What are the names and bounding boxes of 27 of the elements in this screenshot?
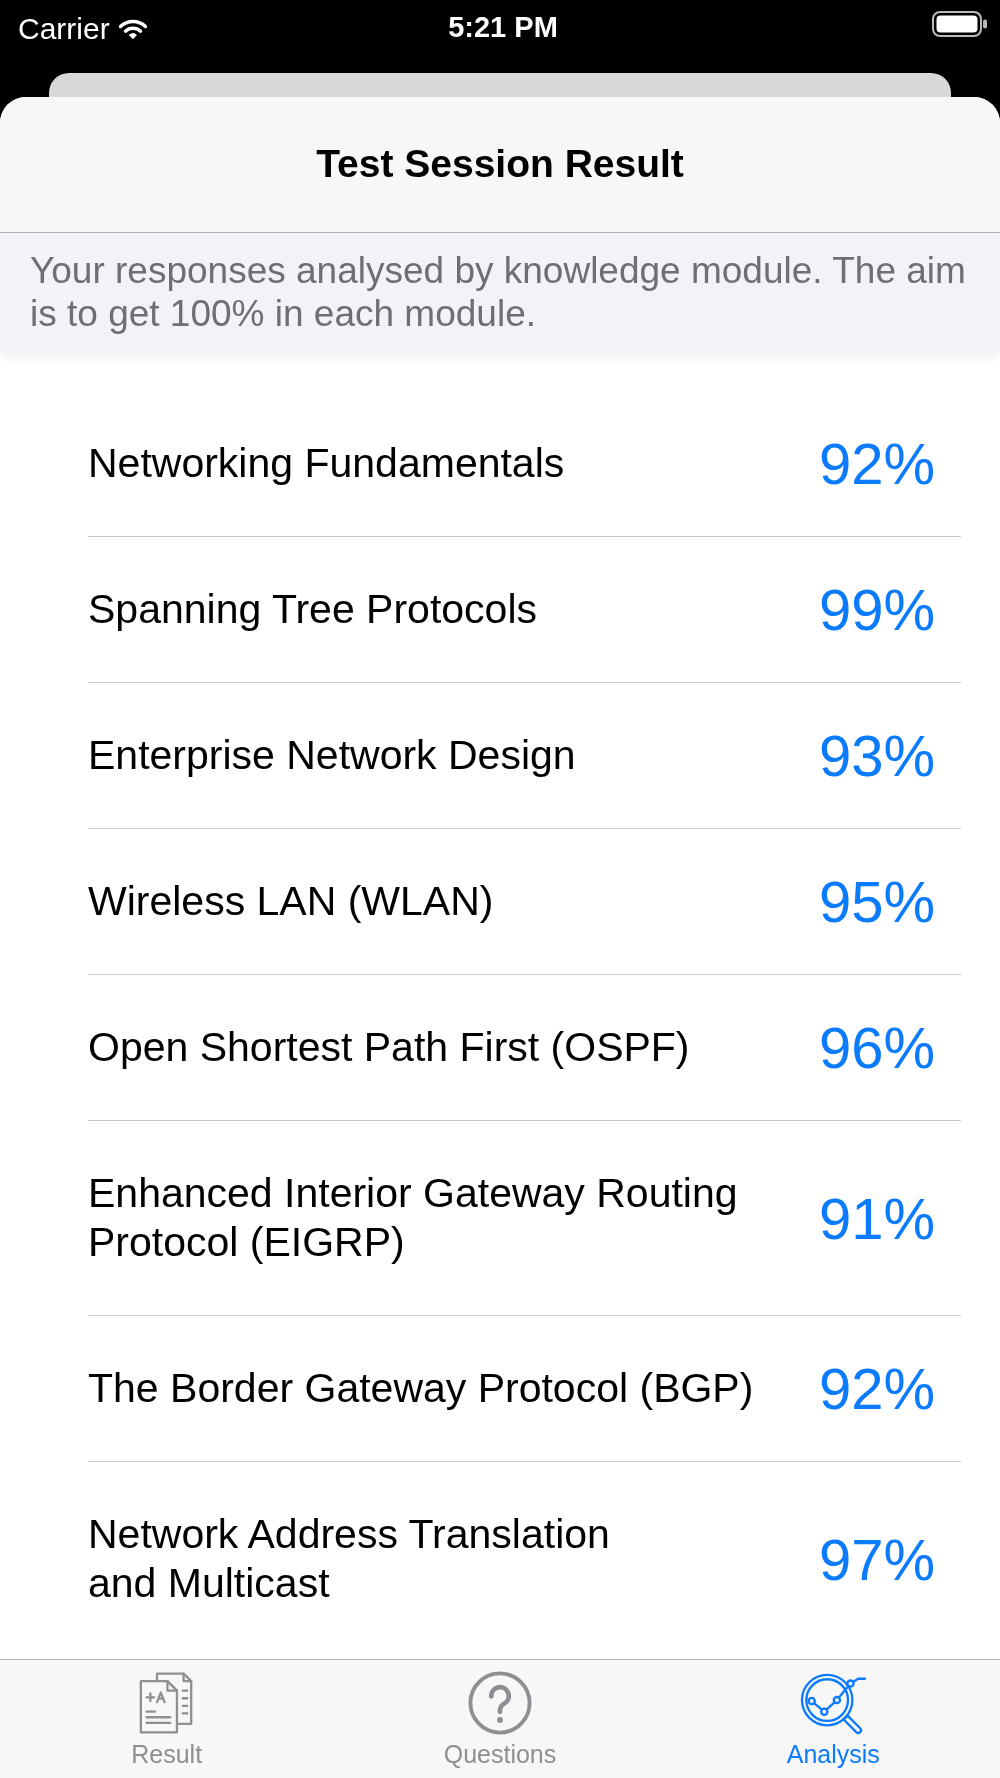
sheet-title: Test Session Result — [316, 141, 684, 188]
module-name: Network Address Translation and Multicast — [88, 1510, 610, 1608]
tab-item[interactable]: Questions — [333, 1660, 667, 1778]
tab-item[interactable]: Analysis — [666, 1660, 1000, 1778]
module-score: 99% — [818, 585, 935, 634]
magnifier-chart-icon — [800, 1671, 867, 1735]
battery-icon — [932, 11, 988, 37]
module-name: Open Shortest Path First (OSPF) — [88, 1023, 690, 1072]
module-score: 97% — [818, 1534, 935, 1584]
description-text: Your responses analysed by knowledge module. The aim is to get 100% in each module. — [0, 233, 1000, 352]
wifi-icon — [117, 17, 148, 40]
module-score: 92% — [818, 1364, 935, 1413]
module-score: 96% — [818, 1023, 935, 1072]
module-score: 95% — [818, 877, 935, 926]
status-time: 5:21 PM — [448, 10, 558, 45]
carrier-name: Carrier — [18, 11, 110, 47]
module-name: Spanning Tree Protocols — [88, 585, 537, 634]
module-name: Enhanced Interior Gateway Routing Protocol (EIGRP) — [88, 1169, 739, 1267]
module-name: The Border Gateway Protocol (BGP) — [88, 1364, 754, 1413]
module-score: 92% — [818, 439, 935, 488]
help-icon — [468, 1671, 532, 1735]
module-score: 93% — [818, 731, 935, 780]
module-name: Networking Fundamentals — [88, 439, 565, 488]
module-score: 91% — [818, 1193, 935, 1243]
module-name: Wireless LAN (WLAN) — [88, 877, 494, 926]
module-name: Enterprise Network Design — [88, 731, 576, 780]
tab-item[interactable]: Result — [0, 1660, 334, 1778]
